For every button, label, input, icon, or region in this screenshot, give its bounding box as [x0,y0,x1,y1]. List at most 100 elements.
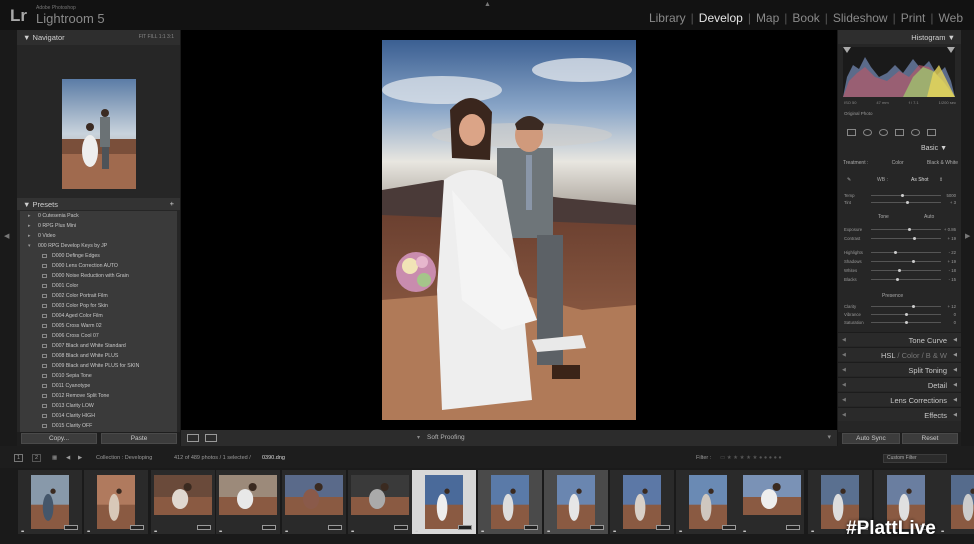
vibrance-value[interactable]: 0 [954,312,956,317]
clarity-knob[interactable] [911,305,915,308]
blacks-knob[interactable] [896,278,900,281]
preset-item[interactable]: D000 Lens Correction AUTO [20,261,177,271]
blacks-slider[interactable]: Blacks - 15 [844,277,956,283]
filter-rating-icons[interactable]: ▭ ★ ★ ★ ★ ★ ● ● ● ● ● [720,455,782,461]
whites-value[interactable]: - 18 [949,268,956,273]
tone-curve-section[interactable]: ◀ Tone Curve ◀ [838,332,961,346]
saturation-knob[interactable] [904,321,908,324]
whites-slider[interactable]: Whites - 18 [844,268,956,274]
red-eye-icon[interactable] [879,128,888,136]
preset-item[interactable]: D009 Black and White PLUS for SKIN [20,361,177,371]
contrast-knob[interactable] [912,237,916,240]
filmstrip-thumbnail[interactable]: ••• [84,470,148,535]
tint-track[interactable] [871,201,941,204]
preset-item[interactable]: D004 Aged Color Film [20,311,177,321]
preset-item[interactable]: D000 Noise Reduction with Grain [20,271,177,281]
tint-slider[interactable]: Tint + 3 [844,200,956,206]
filmstrip-thumbnail[interactable]: ••• [938,470,974,535]
wb-select[interactable]: As Shot [911,177,929,183]
hsl-section[interactable]: ◀ HSL / Color / B & W ◀ [838,347,961,361]
histogram-graph[interactable] [843,47,955,97]
blacks-value[interactable]: - 15 [949,277,956,282]
shadows-track[interactable] [871,260,941,263]
temp-knob[interactable] [901,194,904,197]
histogram-header[interactable]: Histogram ▼ [838,30,961,44]
preset-item[interactable]: D006 Cross Cool 07 [20,331,177,341]
saturation-value[interactable]: 0 [954,320,956,325]
contrast-track[interactable] [871,237,941,240]
preset-item[interactable]: D011 Cyanotype [20,381,177,391]
exposure-knob[interactable] [908,228,911,231]
filmstrip-thumbnail[interactable]: ••• [348,470,412,535]
vibrance-knob[interactable] [904,313,908,316]
radial-filter-icon[interactable] [911,128,920,136]
filmstrip-thumbnail[interactable]: ••• [478,470,542,535]
whites-track[interactable] [871,269,941,272]
saturation-track[interactable] [871,321,941,324]
preset-item[interactable]: D012 Remove Split Tone [20,391,177,401]
forward-arrow-icon[interactable]: ▶ [78,455,82,461]
module-slideshow[interactable]: Slideshow [828,11,893,25]
loupe-view-icon[interactable] [187,434,199,442]
highlights-knob[interactable] [894,251,897,254]
preset-item[interactable]: D007 Black and White Standard [20,341,177,351]
current-filename[interactable]: 0390.dng [262,455,285,461]
source-label[interactable]: Collection : Developing [96,455,152,461]
preset-item[interactable]: D002 Color Portrait Film [20,291,177,301]
preset-item[interactable]: D013 Clarity LOW [20,401,177,411]
vibrance-track[interactable] [871,313,941,316]
module-web[interactable]: Web [934,11,968,25]
filmstrip-thumbnail[interactable]: ••• [216,470,280,535]
effects-section[interactable]: ◀ Effects ◀ [838,407,961,421]
exposure-track[interactable] [871,228,941,231]
module-develop[interactable]: Develop [694,11,748,25]
preset-item[interactable]: D014 Clarity HIGH [20,411,177,421]
filmstrip-thumbnail[interactable]: ••• [282,470,346,535]
treatment-bw[interactable]: Black & White [927,160,958,166]
tint-knob[interactable] [905,201,909,204]
collapse-left-panel-icon[interactable]: ◀ [4,232,9,240]
filmstrip-thumbnail[interactable]: ••• [151,470,215,535]
temp-value[interactable]: 5000 [946,193,956,198]
filmstrip-thumbnail[interactable]: ••• [544,470,608,535]
preset-folder[interactable]: 0 Cutesenia Pack [20,211,177,221]
preset-item[interactable]: D005 Cross Warm 02 [20,321,177,331]
blacks-track[interactable] [871,278,941,281]
page-2-button[interactable]: 2 [32,454,42,462]
navigator-preview[interactable] [62,79,136,189]
detail-section[interactable]: ◀ Detail ◀ [838,377,961,391]
shadows-slider[interactable]: Shadows + 19 [844,259,956,265]
clarity-track[interactable] [871,305,941,308]
tint-value[interactable]: + 3 [950,200,956,205]
treatment-color[interactable]: Color [892,160,904,166]
module-book[interactable]: Book [787,11,824,25]
split-toning-section[interactable]: ◀ Split Toning ◀ [838,362,961,376]
saturation-slider[interactable]: Saturation 0 [844,320,956,326]
clarity-value[interactable]: + 12 [948,304,956,309]
filmstrip-thumbnail[interactable]: ••• [676,470,740,535]
tone-auto-button[interactable]: Auto [924,214,934,220]
temp-slider[interactable]: Temp 5000 [844,193,956,199]
navigator-zoom-options[interactable]: FIT FILL 1:1 3:1 [139,34,174,40]
basic-header[interactable]: Basic ▼ [838,143,961,155]
before-after-view-icon[interactable] [205,434,217,442]
shadows-value[interactable]: + 19 [948,259,956,264]
preset-folder[interactable]: 0 RPG Plus Mini [20,221,177,231]
preset-item[interactable]: D003 Color Pop for Skin [20,301,177,311]
filmstrip-thumbnail[interactable]: ••• [610,470,674,535]
highlights-value[interactable]: - 22 [949,250,956,255]
navigator-header[interactable]: ▼ Navigator FIT FILL 1:1 3:1 [17,30,180,45]
grid-view-icon[interactable]: ▦ [52,455,57,461]
collapse-top-panel-icon[interactable]: ▲ [484,1,491,8]
dropdown-caret-icon[interactable]: ▾ [417,434,420,441]
graduated-filter-icon[interactable] [895,128,904,136]
module-map[interactable]: Map [751,11,784,25]
preset-item[interactable]: D015 Clarity OFF [20,421,177,431]
preset-folder[interactable]: 000 RPG Develop Keys by JP [20,241,177,251]
crop-tool-icon[interactable] [847,128,856,136]
exposure-slider[interactable]: Exposure + 0.86 [844,227,956,233]
highlights-track[interactable] [871,251,941,254]
module-print[interactable]: Print [896,11,931,25]
preset-item[interactable]: D010 Sepia Tone [20,371,177,381]
auto-sync-button[interactable]: Auto Sync [842,433,900,444]
